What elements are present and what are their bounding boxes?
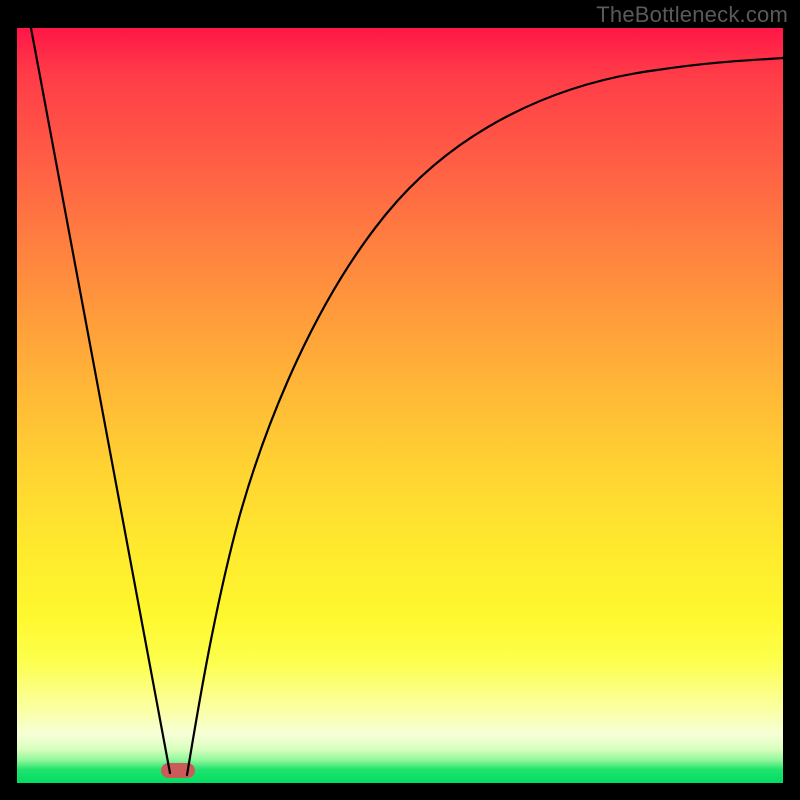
- curve-right-branch: [187, 58, 783, 775]
- plot-area: [17, 28, 783, 783]
- watermark-text: TheBottleneck.com: [596, 2, 788, 28]
- chart-frame: TheBottleneck.com: [0, 0, 800, 800]
- curve-layer: [17, 28, 783, 783]
- curve-left-branch: [31, 28, 170, 773]
